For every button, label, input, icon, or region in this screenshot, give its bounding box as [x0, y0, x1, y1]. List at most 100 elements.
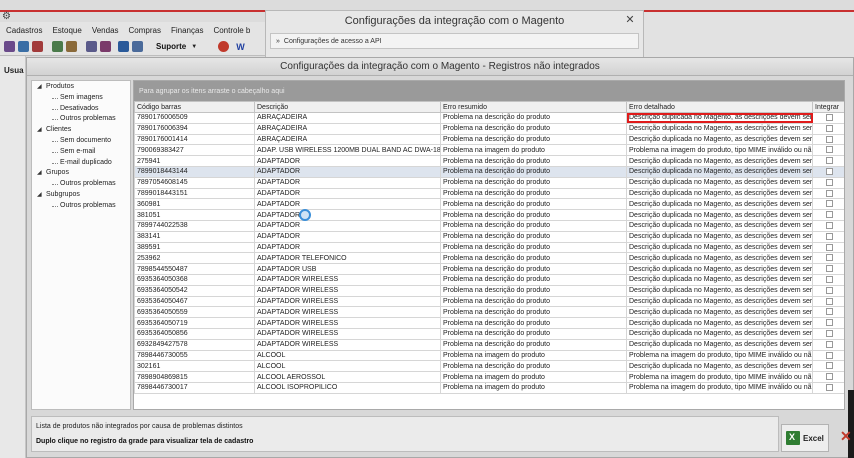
tree-node-item[interactable]: Sem documento: [32, 136, 130, 147]
cell-description[interactable]: ALCOOL AEROSSOL: [254, 371, 441, 383]
table-row[interactable]: 360981 ADAPTADOR Problema na descrição do …: [134, 198, 844, 211]
cell-error-detail[interactable]: Problema na imagem do produto, tipo MIME…: [626, 371, 813, 383]
cell-barcode[interactable]: 6935364050542: [134, 284, 255, 297]
integrate-checkbox[interactable]: [826, 211, 833, 219]
cell-error-summary[interactable]: Problema na descrição do produto: [440, 241, 627, 254]
cell-barcode[interactable]: 6935364050719: [134, 317, 255, 329]
integrate-checkbox[interactable]: [826, 114, 833, 122]
cell-barcode[interactable]: 6935364050559: [134, 306, 255, 319]
cell-error-summary[interactable]: Problema na descrição do produto: [440, 317, 627, 329]
cell-error-detail[interactable]: Descrição duplicada no Magento, as descr…: [626, 360, 813, 373]
cell-barcode[interactable]: 383141: [134, 230, 255, 243]
cell-description[interactable]: ALCOOL: [254, 360, 441, 373]
cell-error-summary[interactable]: Problema na descrição do produto: [440, 284, 627, 297]
menu-compras[interactable]: Compras: [129, 26, 161, 35]
col-header-integrate[interactable]: Integrar: [812, 101, 844, 113]
cell-description[interactable]: ADAPTADOR TELEFONICO: [254, 252, 441, 265]
target-icon[interactable]: [218, 41, 230, 52]
table-row[interactable]: 7898446730017 ALCOOL ISOPROPILICO Problema…: [134, 381, 844, 394]
cell-error-summary[interactable]: Problema na descrição do produto: [440, 155, 627, 167]
cell-error-summary[interactable]: Problema na descrição do produto: [440, 198, 627, 211]
tree-expand-icon[interactable]: ◢: [37, 125, 42, 136]
tree-expand-icon[interactable]: ◢: [37, 168, 42, 179]
menu-controle[interactable]: Controle b: [213, 26, 250, 35]
table-row[interactable]: 7898446730055 ALCOOL Problema na imagem do…: [134, 349, 844, 362]
table-row[interactable]: 389591 ADAPTADOR Problema na descrição do …: [134, 241, 844, 254]
integrate-checkbox[interactable]: [826, 319, 833, 327]
book-icon[interactable]: [32, 41, 43, 52]
table-row[interactable]: 7899018443151 ADAPTADOR Problema na descri…: [134, 187, 844, 200]
cell-description[interactable]: ADAPTADOR WIRELESS: [254, 317, 441, 329]
integrate-checkbox[interactable]: [826, 243, 833, 251]
cell-error-detail[interactable]: Problema na imagem do produto, tipo MIME…: [626, 144, 813, 157]
integrate-checkbox[interactable]: [826, 124, 833, 132]
cell-description[interactable]: ADAPTADOR USB: [254, 263, 441, 275]
cell-barcode[interactable]: 7898446730055: [134, 349, 255, 362]
table-row[interactable]: 275941 ADAPTADOR Problema na descrição do …: [134, 155, 844, 167]
excel-export-button[interactable]: Excel: [781, 424, 829, 452]
cell-description[interactable]: ADAPTADOR: [254, 219, 441, 232]
table-row[interactable]: 6935364050542 ADAPTADOR WIRELESS Problema …: [134, 284, 844, 297]
cell-error-detail[interactable]: Problema na imagem do produto, tipo MIME…: [626, 349, 813, 362]
cell-error-summary[interactable]: Problema na descrição do produto: [440, 219, 627, 232]
calculator-icon[interactable]: [86, 41, 97, 52]
col-header-barcode[interactable]: Código barras: [134, 101, 255, 113]
cell-barcode[interactable]: 6935364050467: [134, 295, 255, 308]
cell-description[interactable]: ADAPTADOR WIRELESS: [254, 338, 441, 351]
col-header-error-summary[interactable]: Erro resumido: [440, 101, 627, 113]
cell-description[interactable]: ADAPTADOR: [254, 241, 441, 254]
cell-description[interactable]: ABRAÇADEIRA: [254, 133, 441, 146]
cell-error-detail[interactable]: Descrição duplicada no Magento, as descr…: [626, 230, 813, 243]
integrate-checkbox[interactable]: [826, 232, 833, 240]
table-row[interactable]: 253962 ADAPTADOR TELEFONICO Problema na de…: [134, 252, 844, 265]
close-x-icon[interactable]: ✕: [840, 428, 852, 445]
cell-barcode[interactable]: 7898446730017: [134, 381, 255, 394]
cell-error-detail[interactable]: Descrição duplicada no Magento, as descr…: [626, 112, 813, 124]
records-grid[interactable]: Para agrupar os itens arraste o cabeçalh…: [133, 80, 845, 410]
cell-barcode[interactable]: 6935364050856: [134, 327, 255, 340]
cell-description[interactable]: ADAP. USB WIRELESS 1200MB DUAL BAND AC D…: [254, 144, 441, 157]
cell-barcode[interactable]: 7890176006509: [134, 112, 255, 124]
integrate-checkbox[interactable]: [826, 297, 833, 305]
cell-description[interactable]: ADAPTADOR WIRELESS: [254, 295, 441, 308]
integrate-checkbox[interactable]: [826, 157, 833, 165]
tree-node-item[interactable]: Outros problemas: [32, 114, 130, 125]
cell-error-summary[interactable]: Problema na descrição do produto: [440, 122, 627, 135]
cell-description[interactable]: ADAPTADOR WIRELESS: [254, 327, 441, 340]
cell-barcode[interactable]: 7899744022538: [134, 219, 255, 232]
table-row[interactable]: 7898544550487 ADAPTADOR USB Problema na de…: [134, 263, 844, 275]
cell-error-detail[interactable]: Descrição duplicada no Magento, as descr…: [626, 338, 813, 351]
cell-error-detail[interactable]: Descrição duplicada no Magento, as descr…: [626, 284, 813, 297]
box-icon[interactable]: [66, 41, 77, 52]
cell-barcode[interactable]: 275941: [134, 155, 255, 167]
cell-error-summary[interactable]: Problema na descrição do produto: [440, 165, 627, 178]
cell-description[interactable]: ADAPTADOR: [254, 187, 441, 200]
table-row[interactable]: 7898904869815 ALCOOL AEROSSOL Problema na …: [134, 371, 844, 383]
cell-error-summary[interactable]: Problema na descrição do produto: [440, 360, 627, 373]
table-row[interactable]: 302161 ALCOOL Problema na descrição do pro…: [134, 360, 844, 373]
cell-error-summary[interactable]: Problema na imagem do produto: [440, 144, 627, 157]
integrate-checkbox[interactable]: [826, 189, 833, 197]
cell-description[interactable]: ADAPTADOR: [254, 176, 441, 189]
cell-error-detail[interactable]: Descrição duplicada no Magento, as descr…: [626, 122, 813, 135]
integrate-checkbox[interactable]: [826, 146, 833, 154]
cell-description[interactable]: ADAPTADOR: [254, 209, 441, 221]
menu-estoque[interactable]: Estoque: [52, 26, 81, 35]
integrate-checkbox[interactable]: [826, 222, 833, 230]
cell-description[interactable]: ABRAÇADEIRA: [254, 122, 441, 135]
network-icon[interactable]: [132, 41, 143, 52]
cell-error-summary[interactable]: Problema na descrição do produto: [440, 306, 627, 319]
cart-icon[interactable]: [52, 41, 63, 52]
menu-financas[interactable]: Finanças: [171, 26, 203, 35]
app-gear-icon[interactable]: ⚙: [2, 12, 14, 22]
table-row[interactable]: 7890176001414 ABRAÇADEIRA Problema na desc…: [134, 133, 844, 146]
cell-error-detail[interactable]: Descrição duplicada no Magento, as descr…: [626, 273, 813, 286]
tree-node-group[interactable]: ◢ Clientes: [32, 125, 130, 136]
cell-error-detail[interactable]: Descrição duplicada no Magento, as descr…: [626, 263, 813, 275]
cell-barcode[interactable]: 7890176006394: [134, 122, 255, 135]
table-row[interactable]: 790069383427 ADAP. USB WIRELESS 1200MB DU…: [134, 144, 844, 157]
cell-error-summary[interactable]: Problema na descrição do produto: [440, 176, 627, 189]
clients-icon[interactable]: [4, 41, 15, 52]
cell-description[interactable]: ADAPTADOR: [254, 155, 441, 167]
integrate-checkbox[interactable]: [826, 308, 833, 316]
